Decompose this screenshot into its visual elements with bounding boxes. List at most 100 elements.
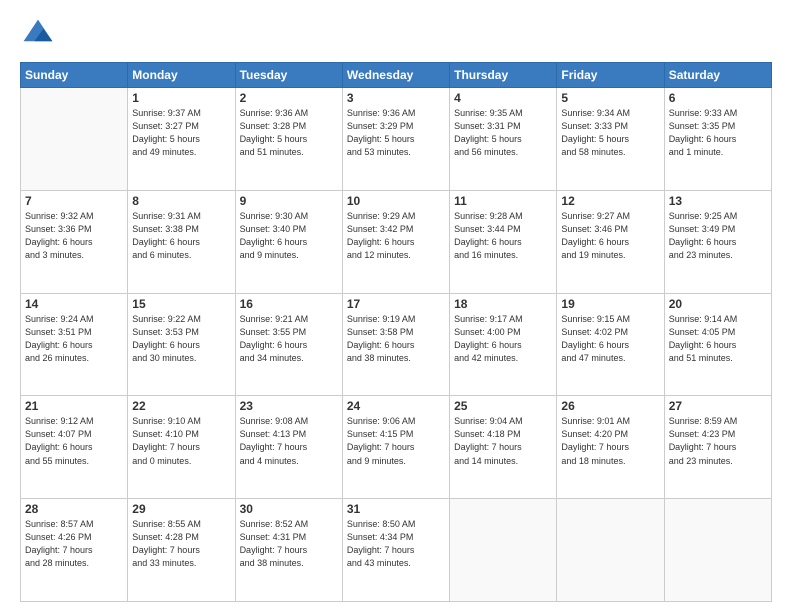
day-info: Sunrise: 9:33 AMSunset: 3:35 PMDaylight:… — [669, 107, 767, 159]
day-cell-2: 2 Sunrise: 9:36 AMSunset: 3:28 PMDaylight… — [235, 88, 342, 191]
day-info: Sunrise: 8:55 AMSunset: 4:28 PMDaylight:… — [132, 518, 230, 570]
day-info: Sunrise: 9:06 AMSunset: 4:15 PMDaylight:… — [347, 415, 445, 467]
day-number: 19 — [561, 297, 659, 311]
day-info: Sunrise: 9:29 AMSunset: 3:42 PMDaylight:… — [347, 210, 445, 262]
day-info: Sunrise: 9:14 AMSunset: 4:05 PMDaylight:… — [669, 313, 767, 365]
day-cell-20: 20 Sunrise: 9:14 AMSunset: 4:05 PMDayligh… — [664, 293, 771, 396]
day-cell-12: 12 Sunrise: 9:27 AMSunset: 3:46 PMDayligh… — [557, 190, 664, 293]
day-cell-3: 3 Sunrise: 9:36 AMSunset: 3:29 PMDaylight… — [342, 88, 449, 191]
day-cell-23: 23 Sunrise: 9:08 AMSunset: 4:13 PMDayligh… — [235, 396, 342, 499]
day-info: Sunrise: 9:01 AMSunset: 4:20 PMDaylight:… — [561, 415, 659, 467]
day-number: 6 — [669, 91, 767, 105]
day-cell-28: 28 Sunrise: 8:57 AMSunset: 4:26 PMDayligh… — [21, 499, 128, 602]
calendar-week-4: 21 Sunrise: 9:12 AMSunset: 4:07 PMDayligh… — [21, 396, 772, 499]
day-info: Sunrise: 9:37 AMSunset: 3:27 PMDaylight:… — [132, 107, 230, 159]
header-day-sunday: Sunday — [21, 63, 128, 88]
day-cell-8: 8 Sunrise: 9:31 AMSunset: 3:38 PMDaylight… — [128, 190, 235, 293]
day-number: 16 — [240, 297, 338, 311]
header-day-saturday: Saturday — [664, 63, 771, 88]
day-cell-22: 22 Sunrise: 9:10 AMSunset: 4:10 PMDayligh… — [128, 396, 235, 499]
day-number: 12 — [561, 194, 659, 208]
empty-cell — [450, 499, 557, 602]
day-info: Sunrise: 8:50 AMSunset: 4:34 PMDaylight:… — [347, 518, 445, 570]
calendar-week-3: 14 Sunrise: 9:24 AMSunset: 3:51 PMDayligh… — [21, 293, 772, 396]
day-cell-6: 6 Sunrise: 9:33 AMSunset: 3:35 PMDaylight… — [664, 88, 771, 191]
day-number: 10 — [347, 194, 445, 208]
day-cell-1: 1 Sunrise: 9:37 AMSunset: 3:27 PMDaylight… — [128, 88, 235, 191]
day-number: 28 — [25, 502, 123, 516]
day-cell-13: 13Sunrise: 9:25 AMSunset: 3:49 PMDayligh… — [664, 190, 771, 293]
day-cell-21: 21 Sunrise: 9:12 AMSunset: 4:07 PMDayligh… — [21, 396, 128, 499]
day-info: Sunrise: 9:21 AMSunset: 3:55 PMDaylight:… — [240, 313, 338, 365]
day-info: Sunrise: 9:19 AMSunset: 3:58 PMDaylight:… — [347, 313, 445, 365]
day-number: 31 — [347, 502, 445, 516]
day-info: Sunrise: 9:36 AMSunset: 3:28 PMDaylight:… — [240, 107, 338, 159]
day-number: 29 — [132, 502, 230, 516]
day-number: 23 — [240, 399, 338, 413]
header-day-friday: Friday — [557, 63, 664, 88]
header-day-monday: Monday — [128, 63, 235, 88]
day-cell-30: 30Sunrise: 8:52 AMSunset: 4:31 PMDayligh… — [235, 499, 342, 602]
header — [20, 16, 772, 52]
day-cell-15: 15Sunrise: 9:22 AMSunset: 3:53 PMDayligh… — [128, 293, 235, 396]
day-info: Sunrise: 9:30 AMSunset: 3:40 PMDaylight:… — [240, 210, 338, 262]
day-cell-4: 4 Sunrise: 9:35 AMSunset: 3:31 PMDaylight… — [450, 88, 557, 191]
empty-cell — [557, 499, 664, 602]
day-info: Sunrise: 9:08 AMSunset: 4:13 PMDaylight:… — [240, 415, 338, 467]
day-number: 8 — [132, 194, 230, 208]
day-info: Sunrise: 8:59 AMSunset: 4:23 PMDaylight:… — [669, 415, 767, 467]
calendar-week-1: 1 Sunrise: 9:37 AMSunset: 3:27 PMDaylight… — [21, 88, 772, 191]
day-number: 20 — [669, 297, 767, 311]
day-info: Sunrise: 9:35 AMSunset: 3:31 PMDaylight:… — [454, 107, 552, 159]
page: SundayMondayTuesdayWednesdayThursdayFrid… — [0, 0, 792, 612]
day-cell-31: 31 Sunrise: 8:50 AMSunset: 4:34 PMDayligh… — [342, 499, 449, 602]
empty-cell — [21, 88, 128, 191]
day-number: 1 — [132, 91, 230, 105]
calendar-week-5: 28 Sunrise: 8:57 AMSunset: 4:26 PMDayligh… — [21, 499, 772, 602]
day-info: Sunrise: 9:10 AMSunset: 4:10 PMDaylight:… — [132, 415, 230, 467]
day-info: Sunrise: 9:17 AMSunset: 4:00 PMDaylight:… — [454, 313, 552, 365]
day-info: Sunrise: 9:34 AMSunset: 3:33 PMDaylight:… — [561, 107, 659, 159]
day-number: 14 — [25, 297, 123, 311]
day-cell-29: 29 Sunrise: 8:55 AMSunset: 4:28 PMDayligh… — [128, 499, 235, 602]
day-info: Sunrise: 9:27 AMSunset: 3:46 PMDaylight:… — [561, 210, 659, 262]
day-cell-18: 18 Sunrise: 9:17 AMSunset: 4:00 PMDayligh… — [450, 293, 557, 396]
day-number: 21 — [25, 399, 123, 413]
day-cell-27: 27 Sunrise: 8:59 AMSunset: 4:23 PMDayligh… — [664, 396, 771, 499]
empty-cell — [664, 499, 771, 602]
day-cell-24: 24 Sunrise: 9:06 AMSunset: 4:15 PMDayligh… — [342, 396, 449, 499]
day-info: Sunrise: 9:31 AMSunset: 3:38 PMDaylight:… — [132, 210, 230, 262]
day-cell-5: 5 Sunrise: 9:34 AMSunset: 3:33 PMDaylight… — [557, 88, 664, 191]
day-number: 24 — [347, 399, 445, 413]
day-info: Sunrise: 9:15 AMSunset: 4:02 PMDaylight:… — [561, 313, 659, 365]
header-day-thursday: Thursday — [450, 63, 557, 88]
logo — [20, 16, 60, 52]
day-info: Sunrise: 9:36 AMSunset: 3:29 PMDaylight:… — [347, 107, 445, 159]
day-number: 11 — [454, 194, 552, 208]
day-number: 30 — [240, 502, 338, 516]
day-number: 3 — [347, 91, 445, 105]
day-number: 2 — [240, 91, 338, 105]
day-cell-19: 19 Sunrise: 9:15 AMSunset: 4:02 PMDayligh… — [557, 293, 664, 396]
day-number: 22 — [132, 399, 230, 413]
day-cell-10: 10 Sunrise: 9:29 AMSunset: 3:42 PMDayligh… — [342, 190, 449, 293]
day-number: 7 — [25, 194, 123, 208]
day-info: Sunrise: 9:24 AMSunset: 3:51 PMDaylight:… — [25, 313, 123, 365]
calendar-week-2: 7 Sunrise: 9:32 AMSunset: 3:36 PMDaylight… — [21, 190, 772, 293]
day-number: 18 — [454, 297, 552, 311]
header-day-wednesday: Wednesday — [342, 63, 449, 88]
day-number: 27 — [669, 399, 767, 413]
day-cell-25: 25Sunrise: 9:04 AMSunset: 4:18 PMDayligh… — [450, 396, 557, 499]
day-number: 26 — [561, 399, 659, 413]
day-cell-14: 14 Sunrise: 9:24 AMSunset: 3:51 PMDayligh… — [21, 293, 128, 396]
day-number: 17 — [347, 297, 445, 311]
day-number: 9 — [240, 194, 338, 208]
day-info: Sunrise: 9:12 AMSunset: 4:07 PMDaylight:… — [25, 415, 123, 467]
day-info: Sunrise: 9:32 AMSunset: 3:36 PMDaylight:… — [25, 210, 123, 262]
day-info: Sunrise: 9:25 AMSunset: 3:49 PMDaylight:… — [669, 210, 767, 262]
day-number: 4 — [454, 91, 552, 105]
day-cell-17: 17 Sunrise: 9:19 AMSunset: 3:58 PMDayligh… — [342, 293, 449, 396]
day-number: 5 — [561, 91, 659, 105]
day-info: Sunrise: 8:57 AMSunset: 4:26 PMDaylight:… — [25, 518, 123, 570]
day-cell-26: 26 Sunrise: 9:01 AMSunset: 4:20 PMDayligh… — [557, 396, 664, 499]
